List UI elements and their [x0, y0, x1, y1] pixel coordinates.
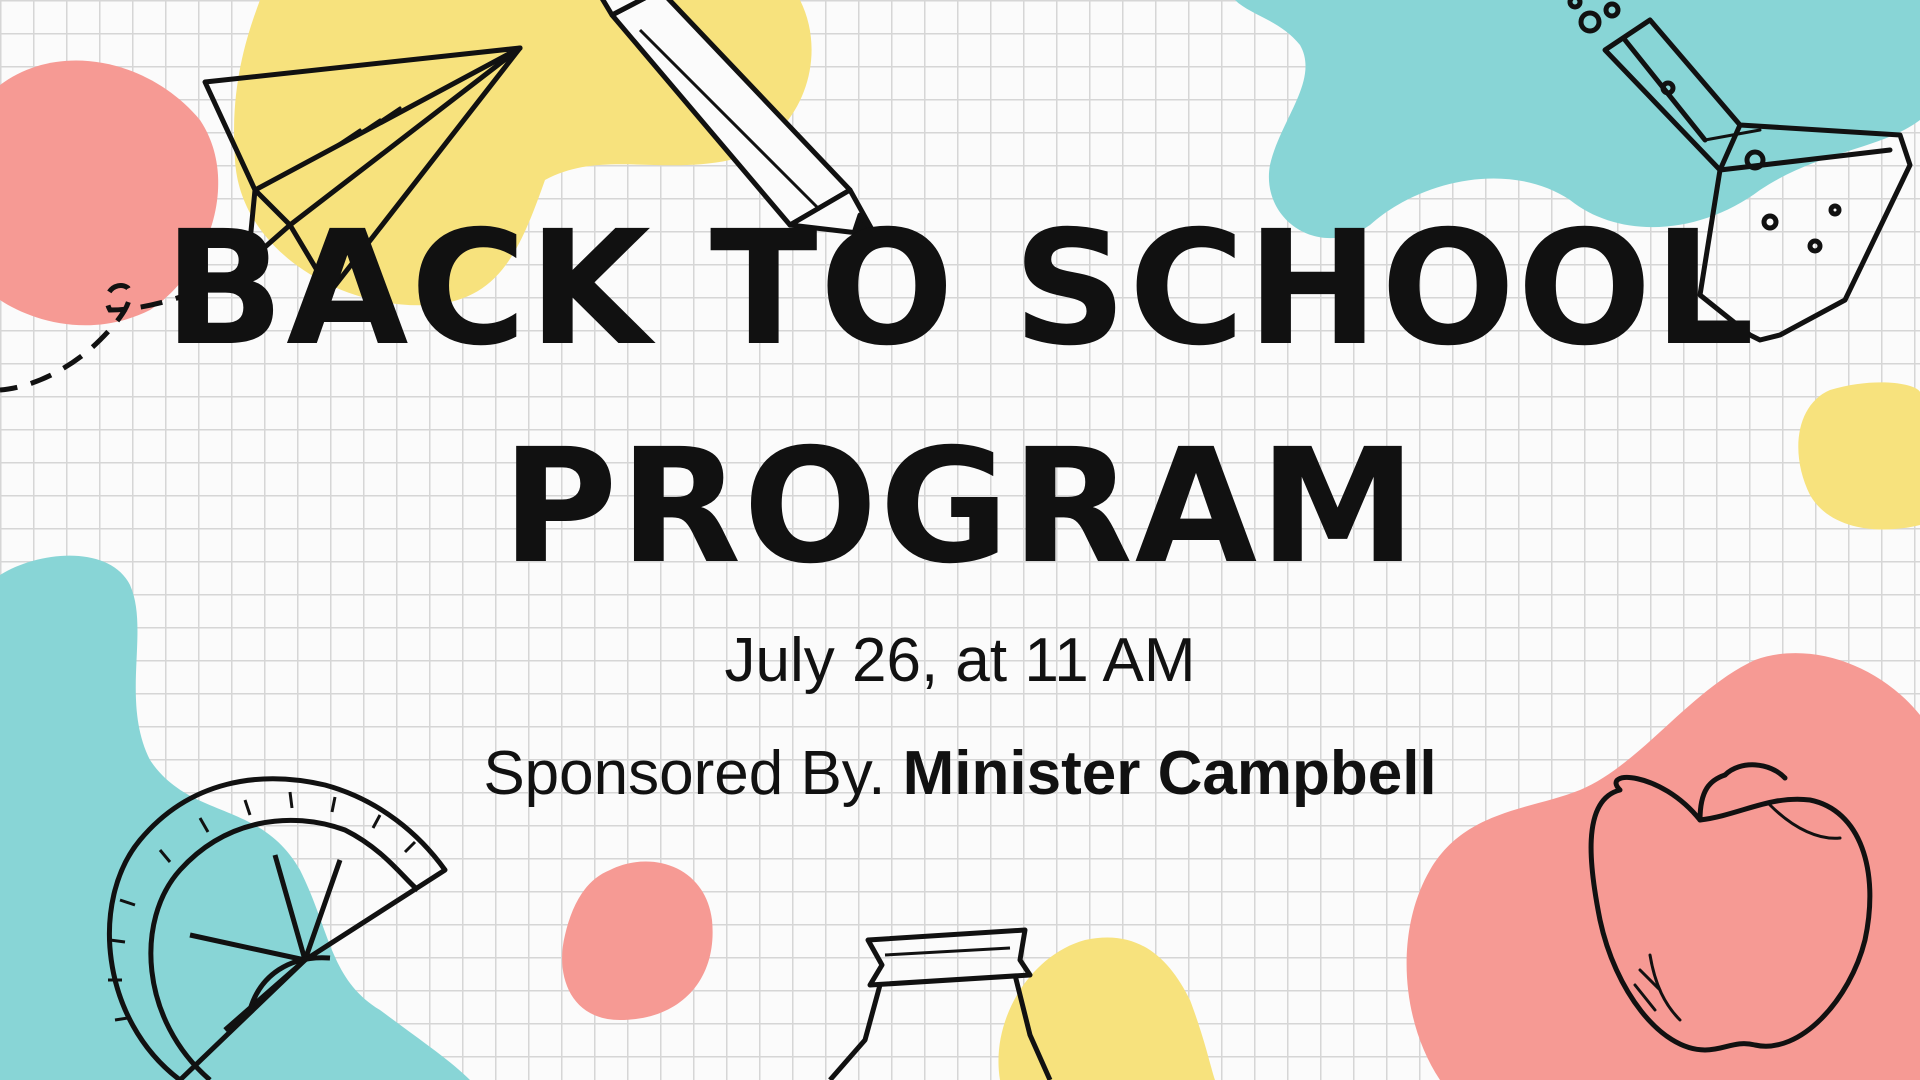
event-date: July 26, at 11 AM [724, 626, 1196, 695]
title-line-1: BACK TO SCHOOL [163, 197, 1757, 381]
pink-blob-bottom-center [562, 861, 713, 1020]
yellow-blob-bottom-center [998, 937, 1215, 1080]
sponsor-line: Sponsored By. Minister Campbell [0, 738, 1920, 809]
title-line-2: PROGRAM [501, 415, 1419, 599]
sponsor-name: Minister Campbell [902, 739, 1437, 808]
pink-blob-bottom-right [1406, 653, 1920, 1080]
sponsor-prefix: Sponsored By. [483, 739, 903, 808]
